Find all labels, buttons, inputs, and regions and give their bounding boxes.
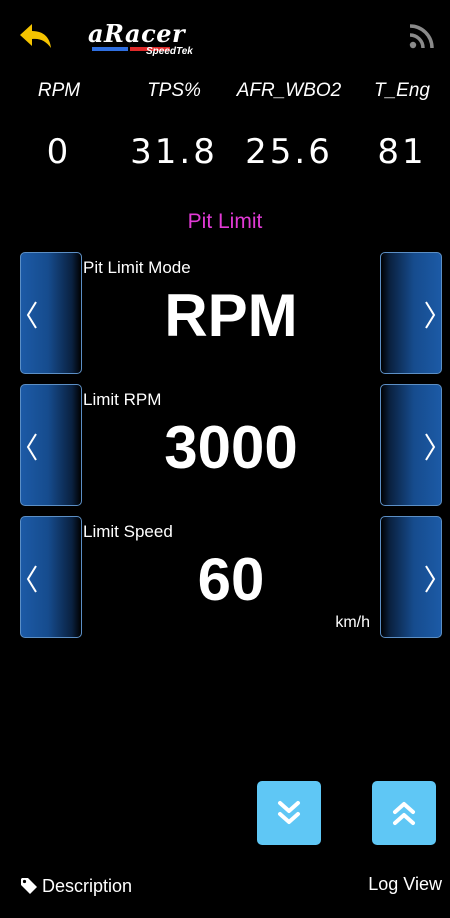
gauge-value-tps: 31.8 [130,132,218,172]
setting-label: Limit Speed [83,522,173,541]
gauge-value-teng: 81 [377,132,427,172]
setting-value: 3000 [164,414,298,481]
brand-name: aRacer [88,19,186,48]
setting-value: 60 [197,546,265,613]
gauge-label-rpm: RPM [37,80,81,101]
gauge-value-afr: 25.6 [245,132,333,172]
description-label: Description [42,876,133,896]
scroll-up-button[interactable] [372,781,436,845]
aracer-logo: aRacer SpeedTek [88,22,218,58]
increase-speed-button[interactable] [380,516,442,638]
back-arrow-icon[interactable] [18,22,58,54]
log-view-button[interactable]: Log View [368,874,442,895]
setting-row-limit-speed: Limit Speed 60 km/h [20,516,442,638]
double-chevron-up-icon [393,802,415,825]
gauge-label-afr: AFR_WBO2 [236,80,342,101]
chevron-right-icon [425,565,436,593]
increase-rpm-button[interactable] [380,384,442,506]
chevron-left-icon [26,433,37,461]
decrease-speed-button[interactable] [20,516,82,638]
setting-row-limit-rpm: Limit RPM 3000 [20,384,442,506]
gauge-label-teng: T_Eng [374,80,430,101]
setting-row-pit-limit-mode: Pit Limit Mode RPM [20,252,442,374]
chevron-right-icon [425,301,436,329]
setting-label: Limit RPM [83,390,162,409]
setting-value: RPM [164,282,298,349]
gauge-value-rpm: 0 [46,132,72,172]
chevron-left-icon [26,301,37,329]
tag-icon [21,878,37,894]
signal-icon[interactable] [408,22,436,50]
setting-unit: km/h [335,614,370,631]
scroll-down-button[interactable] [257,781,321,845]
increase-mode-button[interactable] [380,252,442,374]
section-title: Pit Limit [187,210,263,233]
double-chevron-down-icon [278,801,300,824]
chevron-right-icon [425,433,436,461]
gauge-label-tps: TPS% [147,80,201,101]
pit-limit-screen: aRacer SpeedTek RPM TPS% AFR_WBO2 T_Eng … [0,0,450,918]
chevron-left-icon [26,565,37,593]
decrease-rpm-button[interactable] [20,384,82,506]
brand-sub: SpeedTek [146,46,193,57]
decrease-mode-button[interactable] [20,252,82,374]
setting-label: Pit Limit Mode [83,258,191,277]
